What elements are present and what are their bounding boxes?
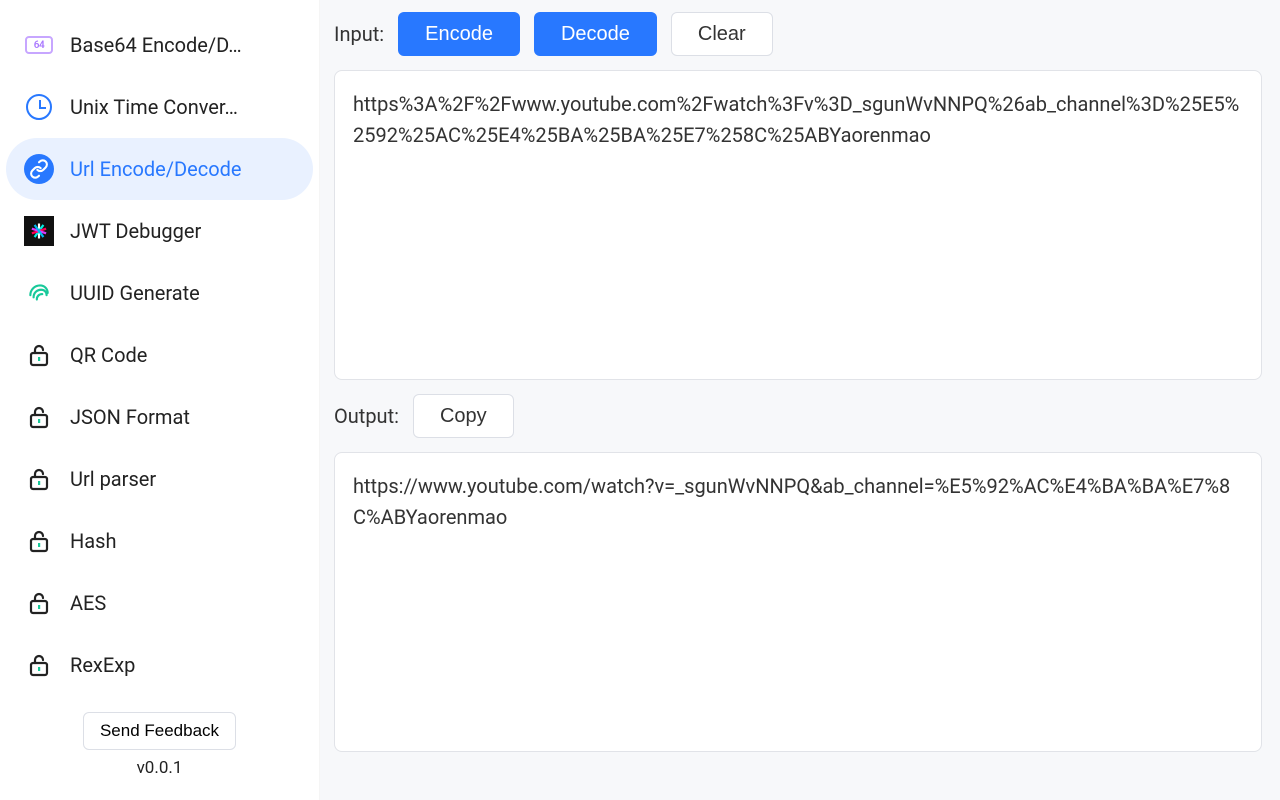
sidebar-item-json[interactable]: JSON Format <box>6 386 313 448</box>
encode-button[interactable]: Encode <box>398 12 520 56</box>
jwt-icon <box>24 216 54 246</box>
sidebar-item-base64[interactable]: 64 Base64 Encode/D… <box>6 14 313 76</box>
sidebar-item-label: Unix Time Conver… <box>70 95 295 119</box>
sidebar-footer: Send Feedback v0.0.1 <box>6 702 313 788</box>
sidebar-item-label: Base64 Encode/D… <box>70 33 295 57</box>
lock-icon <box>24 464 54 494</box>
lock-icon <box>24 650 54 680</box>
output-label: Output: <box>334 404 399 428</box>
input-label: Input: <box>334 22 384 46</box>
sidebar-item-label: JWT Debugger <box>70 219 295 243</box>
sidebar-item-urlencode[interactable]: Url Encode/Decode <box>6 138 313 200</box>
sidebar-item-jwt[interactable]: JWT Debugger <box>6 200 313 262</box>
input-textarea[interactable] <box>334 70 1262 380</box>
output-toolbar: Output: Copy <box>334 394 1262 438</box>
sidebar-item-label: UUID Generate <box>70 281 295 305</box>
input-toolbar: Input: Encode Decode Clear <box>334 12 1262 56</box>
sidebar-item-qrcode[interactable]: QR Code <box>6 324 313 386</box>
main-panel: Input: Encode Decode Clear Output: Copy … <box>320 0 1280 800</box>
sidebar-item-label: Url parser <box>70 467 295 491</box>
sidebar-item-hash[interactable]: Hash <box>6 510 313 572</box>
sidebar-item-label: Hash <box>70 529 295 553</box>
sidebar-item-aes[interactable]: AES <box>6 572 313 634</box>
lock-icon <box>24 588 54 618</box>
base64-icon: 64 <box>24 30 54 60</box>
sidebar-item-label: JSON Format <box>70 405 295 429</box>
sidebar-item-uuid[interactable]: UUID Generate <box>6 262 313 324</box>
sidebar-item-regexp[interactable]: RexExp <box>6 634 313 696</box>
sidebar-item-label: AES <box>70 591 295 615</box>
link-icon <box>24 154 54 184</box>
clear-button[interactable]: Clear <box>671 12 773 56</box>
decode-button[interactable]: Decode <box>534 12 657 56</box>
lock-icon <box>24 402 54 432</box>
clock-icon <box>24 92 54 122</box>
copy-button[interactable]: Copy <box>413 394 514 438</box>
sidebar-item-urlparser[interactable]: Url parser <box>6 448 313 510</box>
sidebar: 64 Base64 Encode/D… Unix Time Conver… Ur… <box>0 0 320 800</box>
sidebar-list: 64 Base64 Encode/D… Unix Time Conver… Ur… <box>6 8 313 702</box>
lock-icon <box>24 340 54 370</box>
fingerprint-icon <box>24 278 54 308</box>
lock-icon <box>24 526 54 556</box>
output-display: https://www.youtube.com/watch?v=_sgunWvN… <box>334 452 1262 752</box>
send-feedback-button[interactable]: Send Feedback <box>83 712 236 750</box>
version-label: v0.0.1 <box>18 758 301 778</box>
sidebar-item-label: QR Code <box>70 343 295 367</box>
sidebar-item-unixtime[interactable]: Unix Time Conver… <box>6 76 313 138</box>
sidebar-item-label: RexExp <box>70 653 295 677</box>
sidebar-item-label: Url Encode/Decode <box>70 157 295 181</box>
